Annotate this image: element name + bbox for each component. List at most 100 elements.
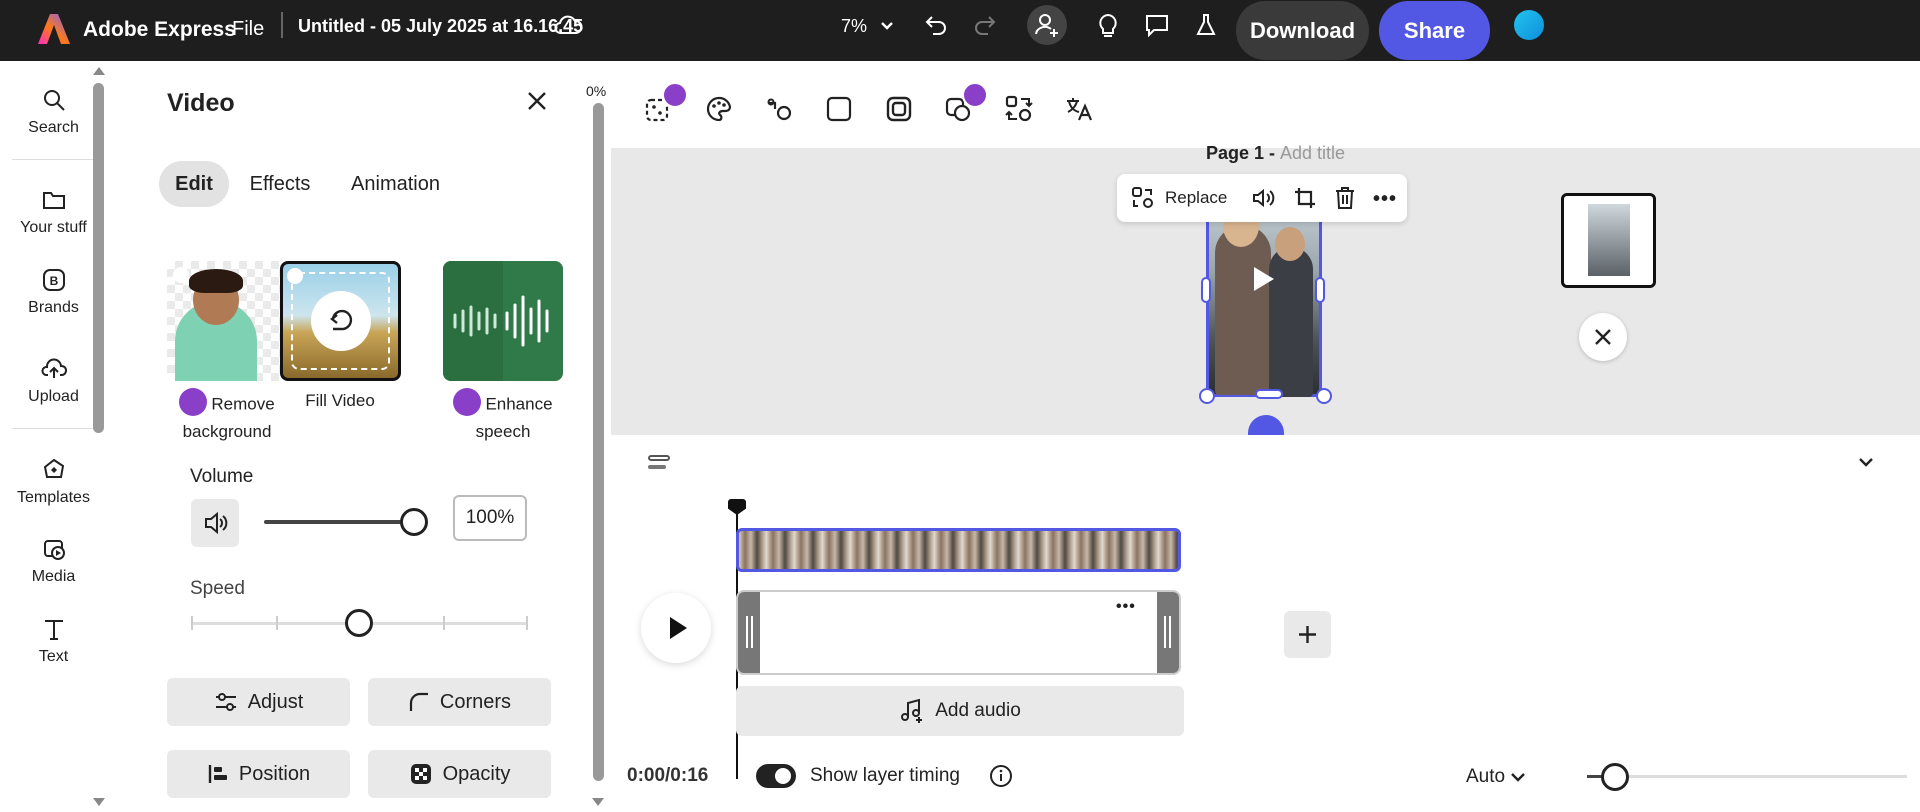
play-button[interactable] [641,593,711,663]
rail-item-templates[interactable]: Templates [0,457,107,507]
zoom-level[interactable]: 7% [841,16,867,37]
opacity-button[interactable]: Opacity [368,750,551,798]
file-menu[interactable]: File [232,18,264,41]
redo-icon[interactable] [972,12,998,43]
document-title[interactable]: Untitled - 05 July 2025 at 16.16.45 [298,16,583,37]
volume-label: Volume [190,466,254,487]
more-options-icon[interactable]: ••• [1116,598,1136,616]
palette-icon[interactable] [704,94,734,124]
close-icon[interactable] [526,90,548,117]
translate-icon[interactable] [1064,94,1094,124]
volume-value-input[interactable]: 100% [453,495,527,541]
scroll-down-arrow[interactable] [93,798,105,806]
corner-radius-icon [409,692,428,711]
page-title-input[interactable]: Add title [1280,143,1345,163]
timeline-zoom-slider-handle[interactable] [1601,763,1629,791]
audio-trim-handle-right[interactable] [1157,592,1179,673]
volume-icon[interactable] [1251,186,1277,215]
square-frame-icon[interactable] [824,94,854,124]
rail-item-brands[interactable]: B Brands [0,267,107,317]
enhance-speech-thumbnail[interactable] [443,261,563,381]
scroll-down-arrow[interactable] [592,798,604,806]
adjust-button[interactable]: Adjust [167,678,350,726]
chevron-down-icon[interactable] [1510,770,1526,788]
page-thumbnail[interactable] [1561,193,1656,288]
replace-button[interactable]: Replace [1131,184,1227,212]
close-icon[interactable] [1579,313,1627,361]
resize-handle-bottom[interactable] [1255,389,1283,399]
fill-video-caption: Fill Video [270,388,410,413]
rail-item-your-stuff[interactable]: Your stuff [0,187,107,237]
undo-fill-icon [311,291,371,351]
undo-icon[interactable] [923,12,949,43]
rail-scrollbar-thumb[interactable] [93,83,104,433]
show-layer-timing-toggle[interactable] [756,764,796,788]
timeline-zoom-slider-track[interactable] [1607,775,1907,778]
speed-tick [526,616,528,630]
invite-user-icon[interactable] [1027,5,1067,45]
timeline-zoom-mode[interactable]: Auto [1466,766,1505,788]
volume-slider-handle[interactable] [400,508,428,536]
page-thumbnail-image [1588,204,1630,276]
rotate-handle[interactable] [1248,415,1284,437]
play-badge-icon [173,267,189,283]
resize-handle-bottom-left[interactable] [1199,388,1215,404]
play-icon [670,617,687,639]
mask-icon[interactable] [884,94,914,124]
lightbulb-icon[interactable] [1096,12,1120,45]
rail-item-upload[interactable]: Upload [0,356,107,406]
opacity-icon [410,764,431,784]
speed-slider-handle[interactable] [345,609,373,637]
corners-button[interactable]: Corners [368,678,551,726]
labs-flask-icon[interactable] [1194,12,1218,43]
remove-background-thumbnail[interactable] [167,261,287,381]
add-track-button[interactable] [1284,611,1331,658]
page-label: Page 1 - Add title [1206,143,1345,164]
play-icon[interactable] [1254,267,1274,291]
cloud-icon[interactable] [553,13,583,42]
play-badge-icon [287,268,303,284]
panel-scrollbar-thumb[interactable] [593,103,604,781]
resize-handle-right[interactable] [1315,277,1325,303]
more-options-icon[interactable]: ••• [1373,188,1397,211]
position-button[interactable]: Position [167,750,350,798]
info-icon[interactable] [989,764,1013,793]
scroll-up-arrow[interactable] [93,67,105,75]
download-button[interactable]: Download [1236,1,1369,60]
share-button[interactable]: Share [1379,1,1490,60]
resize-handle-left[interactable] [1201,277,1211,303]
grip-line [1164,616,1166,648]
fill-video-thumbnail[interactable] [280,261,401,381]
chevron-down-icon[interactable] [1857,455,1875,473]
crop-icon[interactable] [1293,186,1317,215]
adobe-express-logo[interactable] [36,11,72,52]
rail-item-label: Search [28,119,79,136]
mute-toggle-button[interactable] [191,499,239,547]
rail-item-media[interactable]: Media [0,536,107,586]
tab-effects[interactable]: Effects [237,161,323,207]
canvas-stage[interactable]: Page 1 - Add title Replace ••• [611,143,1920,437]
search-icon [43,90,65,111]
audio-track[interactable]: ••• [736,590,1181,675]
timeline-collapse-handle[interactable] [648,455,670,461]
replace-swap-icon[interactable] [1004,94,1034,124]
time-readout: 0:00/0:16 [627,765,709,786]
divider [12,159,96,160]
rail-item-label: Your stuff [20,219,87,236]
volume-slider-track[interactable] [264,520,414,524]
audio-trim-handle-left[interactable] [738,592,760,673]
rail-item-search[interactable]: Search [0,87,107,137]
show-layer-timing-label: Show layer timing [810,765,960,786]
comment-icon[interactable] [1144,12,1170,43]
tab-edit[interactable]: Edit [159,161,229,207]
resize-handle-bottom-right[interactable] [1316,388,1332,404]
trash-icon[interactable] [1334,186,1356,215]
chevron-down-icon[interactable] [880,18,894,36]
rail-item-label: Media [31,568,76,585]
tab-animation[interactable]: Animation [333,161,458,207]
shape-link-icon[interactable] [764,94,794,124]
avatar[interactable] [1514,10,1544,40]
add-audio-button[interactable]: Add audio [736,686,1184,736]
rail-item-text[interactable]: Text [0,616,107,666]
video-track-clip[interactable] [736,528,1181,572]
